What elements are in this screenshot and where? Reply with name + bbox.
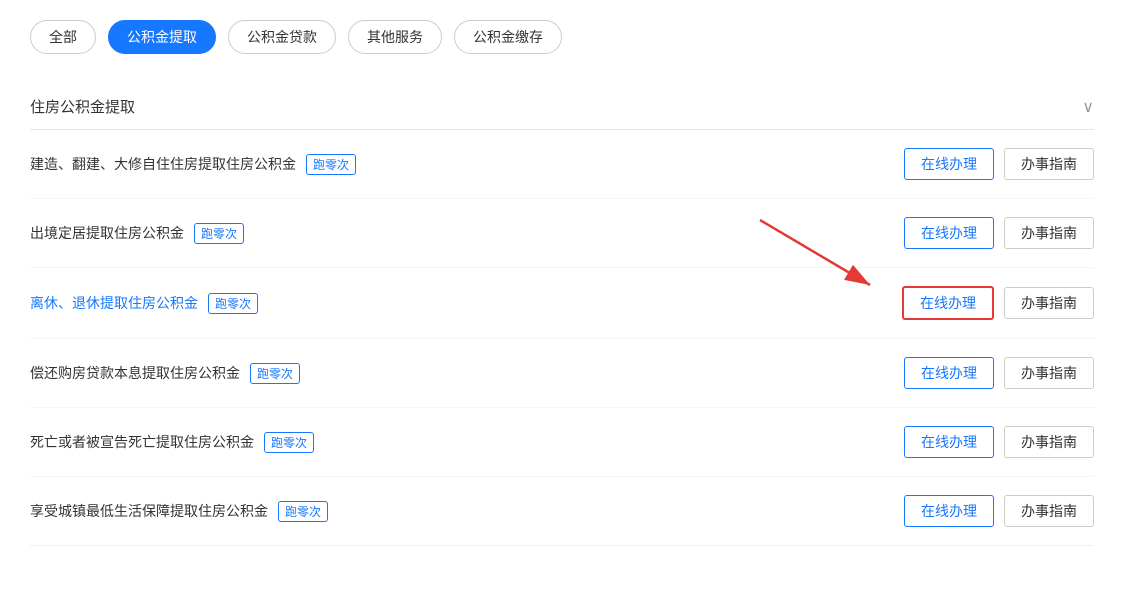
filter-tab-all[interactable]: 全部 [30,20,96,54]
btn-guide[interactable]: 办事指南 [1004,426,1094,458]
service-name: 死亡或者被宣告死亡提取住房公积金 [30,432,254,452]
service-name-link[interactable]: 离休、退休提取住房公积金 [30,293,198,313]
service-name: 出境定居提取住房公积金 [30,223,184,243]
service-row: 出境定居提取住房公积金 跑零次 在线办理 办事指南 [30,199,1094,268]
filter-tab-deposit[interactable]: 公积金缴存 [454,20,562,54]
btn-online[interactable]: 在线办理 [904,426,994,458]
service-name: 偿还购房贷款本息提取住房公积金 [30,363,240,383]
service-row-highlighted: 离休、退休提取住房公积金 跑零次 在线办理 办事指南 [30,268,1094,339]
service-left: 偿还购房贷款本息提取住房公积金 跑零次 [30,363,904,384]
service-actions: 在线办理 办事指南 [904,148,1094,180]
service-list: 建造、翻建、大修自住住房提取住房公积金 跑零次 在线办理 办事指南 出境定居提取… [30,130,1094,546]
filter-tab-other[interactable]: 其他服务 [348,20,442,54]
service-name: 享受城镇最低生活保障提取住房公积金 [30,501,268,521]
main-container: 全部 公积金提取 公积金贷款 其他服务 公积金缴存 住房公积金提取 ∨ 建造、翻… [0,0,1124,599]
btn-online[interactable]: 在线办理 [904,357,994,389]
btn-guide[interactable]: 办事指南 [1004,357,1094,389]
btn-online[interactable]: 在线办理 [904,148,994,180]
service-name: 建造、翻建、大修自住住房提取住房公积金 [30,154,296,174]
btn-online-highlighted[interactable]: 在线办理 [902,286,994,320]
service-actions: 在线办理 办事指南 [904,217,1094,249]
service-left: 死亡或者被宣告死亡提取住房公积金 跑零次 [30,432,904,453]
service-row: 死亡或者被宣告死亡提取住房公积金 跑零次 在线办理 办事指南 [30,408,1094,477]
service-tag: 跑零次 [278,501,328,522]
service-left: 享受城镇最低生活保障提取住房公积金 跑零次 [30,501,904,522]
service-tag: 跑零次 [250,363,300,384]
btn-guide[interactable]: 办事指南 [1004,148,1094,180]
service-row: 建造、翻建、大修自住住房提取住房公积金 跑零次 在线办理 办事指南 [30,130,1094,199]
filter-bar: 全部 公积金提取 公积金贷款 其他服务 公积金缴存 [30,20,1094,54]
service-actions: 在线办理 办事指南 [904,426,1094,458]
service-row: 偿还购房贷款本息提取住房公积金 跑零次 在线办理 办事指南 [30,339,1094,408]
filter-tab-loan[interactable]: 公积金贷款 [228,20,336,54]
service-row: 享受城镇最低生活保障提取住房公积金 跑零次 在线办理 办事指南 [30,477,1094,545]
service-left: 建造、翻建、大修自住住房提取住房公积金 跑零次 [30,154,904,175]
section-title: 住房公积金提取 [30,96,135,117]
btn-guide[interactable]: 办事指南 [1004,217,1094,249]
btn-online[interactable]: 在线办理 [904,495,994,527]
service-actions: 在线办理 办事指南 [902,286,1094,320]
service-tag: 跑零次 [264,432,314,453]
service-actions: 在线办理 办事指南 [904,357,1094,389]
service-left: 离休、退休提取住房公积金 跑零次 [30,293,902,314]
section-header: 住房公积金提取 ∨ [30,84,1094,130]
service-tag: 跑零次 [194,223,244,244]
btn-guide[interactable]: 办事指南 [1004,287,1094,319]
chevron-down-icon[interactable]: ∨ [1082,97,1094,117]
filter-tab-withdrawal[interactable]: 公积金提取 [108,20,216,54]
service-left: 出境定居提取住房公积金 跑零次 [30,223,904,244]
btn-guide[interactable]: 办事指南 [1004,495,1094,527]
service-actions: 在线办理 办事指南 [904,495,1094,527]
btn-online[interactable]: 在线办理 [904,217,994,249]
service-tag: 跑零次 [208,293,258,314]
page-wrapper: 全部 公积金提取 公积金贷款 其他服务 公积金缴存 住房公积金提取 ∨ 建造、翻… [0,0,1124,599]
service-tag: 跑零次 [306,154,356,175]
